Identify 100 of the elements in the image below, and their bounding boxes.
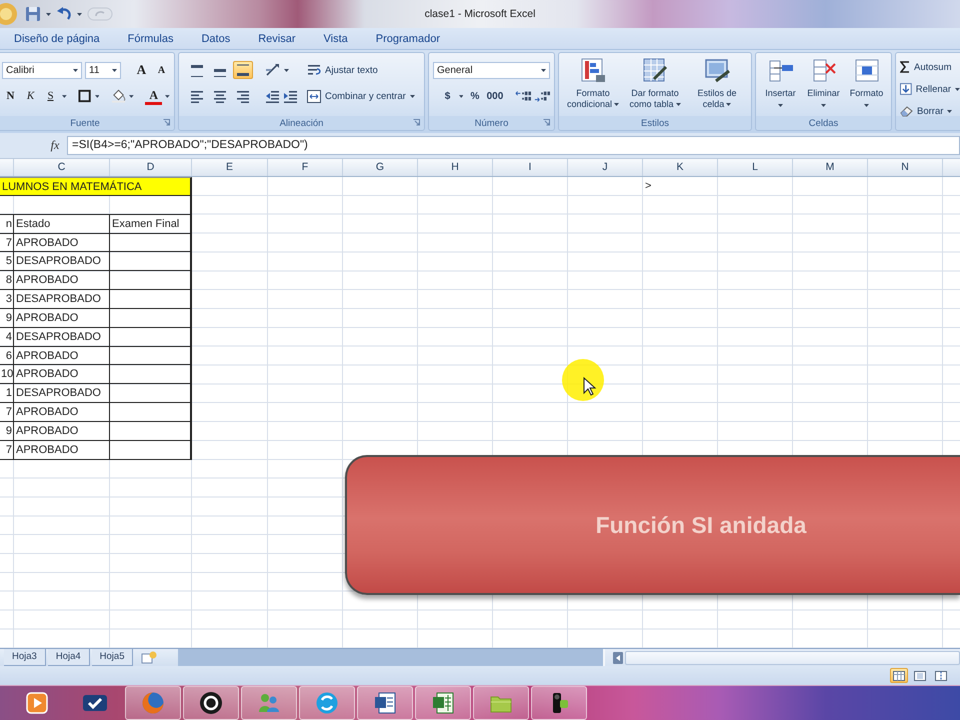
- ribbon-button[interactable]: Estilos de celda: [687, 57, 747, 116]
- table-cell: APROBADO: [14, 234, 110, 252]
- wrap-text-button[interactable]: Ajustar texto: [307, 61, 415, 79]
- taskbar-button[interactable]: [183, 686, 239, 720]
- table-cell: APROBADO: [14, 346, 110, 366]
- column-header[interactable]: I: [493, 159, 568, 176]
- column-header[interactable]: H: [418, 159, 493, 176]
- sheet-tab[interactable]: Hoja3: [4, 649, 46, 666]
- table-cell: DESAPROBADO: [14, 384, 110, 404]
- ribbon-button[interactable]: Insertar: [760, 57, 801, 116]
- ribbon-button[interactable]: Rellenar: [900, 80, 960, 98]
- group-label: Fuente: [70, 118, 100, 128]
- scrollbar-thumb[interactable]: [625, 650, 960, 664]
- sheet-tab[interactable]: Hoja5: [92, 649, 134, 666]
- thousands-button[interactable]: 000: [486, 87, 504, 105]
- align-button[interactable]: [233, 61, 253, 79]
- ribbon-tab[interactable]: Diseño de página: [0, 30, 114, 49]
- save-icon[interactable]: [25, 6, 41, 22]
- column-header[interactable]: E: [192, 159, 268, 176]
- column-header[interactable]: K: [643, 159, 718, 176]
- caret-icon: [73, 68, 78, 72]
- view-button[interactable]: [911, 668, 929, 683]
- font-name-field[interactable]: Calibri: [2, 62, 82, 78]
- font-color-button[interactable]: A: [145, 88, 162, 104]
- table-cell: 10: [0, 365, 14, 384]
- taskbar-button[interactable]: [357, 686, 413, 720]
- column-header[interactable]: F: [268, 159, 343, 176]
- orientation-icon[interactable]: [265, 63, 281, 77]
- ribbon-button[interactable]: Formato condicional: [563, 57, 623, 116]
- grow-font-button[interactable]: A: [133, 61, 150, 79]
- decrease-decimal-icon[interactable]: [534, 90, 550, 102]
- column-header[interactable]: D: [110, 159, 192, 176]
- dialog-launcher-icon[interactable]: [413, 119, 420, 126]
- align-center-icon[interactable]: [213, 90, 227, 102]
- caret-icon: [77, 12, 82, 16]
- view-button[interactable]: [932, 668, 950, 683]
- text-style-button[interactable]: N: [2, 87, 19, 105]
- ring-icon: [199, 691, 223, 715]
- caret-icon: [726, 103, 732, 106]
- ribbon-button[interactable]: Formato: [846, 57, 887, 116]
- ribbon-tab[interactable]: Revisar: [244, 30, 310, 49]
- increase-indent-icon[interactable]: [283, 90, 298, 102]
- fill-bucket-icon[interactable]: [110, 89, 126, 103]
- scroll-left-icon[interactable]: [613, 652, 623, 664]
- align-right-icon[interactable]: [236, 90, 250, 102]
- column-header[interactable]: L: [718, 159, 793, 176]
- dialog-launcher-icon[interactable]: [543, 119, 550, 126]
- ribbon-tab[interactable]: Fórmulas: [114, 30, 188, 49]
- text-style-button[interactable]: S: [42, 87, 59, 105]
- ribbon-button[interactable]: Eliminar: [803, 57, 844, 116]
- currency-button[interactable]: $: [439, 87, 456, 105]
- caret-icon: [94, 94, 100, 98]
- dialog-launcher-icon[interactable]: [163, 119, 170, 126]
- table-cell: APROBADO: [14, 403, 110, 422]
- table-cell: 8: [0, 271, 14, 290]
- table-cell-text: >: [644, 179, 652, 194]
- table-header-cell: Examen Final: [110, 214, 192, 234]
- eraser-icon: [900, 105, 913, 117]
- number-format-field[interactable]: General: [433, 62, 550, 78]
- view-button[interactable]: [890, 668, 908, 683]
- ribbon-button[interactable]: Borrar: [900, 102, 960, 120]
- text-style-button[interactable]: K: [22, 87, 39, 105]
- globe-icon: [141, 691, 165, 715]
- horizontal-scrollbar[interactable]: [603, 649, 960, 666]
- column-header[interactable]: G: [343, 159, 418, 176]
- sum-icon: [900, 61, 910, 73]
- table-cell: APROBADO: [14, 422, 110, 441]
- sheet-tab[interactable]: Hoja4: [48, 649, 90, 666]
- undo-icon[interactable]: [56, 7, 72, 21]
- percent-button[interactable]: %: [466, 87, 484, 105]
- column-header[interactable]: C: [13, 159, 110, 176]
- formula-field[interactable]: =SI(B4>=6;"APROBADO";"DESAPROBADO"): [67, 136, 960, 155]
- cursor-highlight-icon: [561, 358, 605, 402]
- column-header[interactable]: N: [868, 159, 943, 176]
- merge-center-button[interactable]: Combinar y centrar: [307, 87, 415, 105]
- taskbar-button[interactable]: [531, 686, 587, 720]
- ribbon-tab[interactable]: Datos: [187, 30, 244, 49]
- grid-box-icon: [854, 57, 880, 83]
- ribbon-button[interactable]: Dar formato como tabla: [625, 57, 685, 116]
- caret-icon: [46, 12, 51, 16]
- grid-x-icon: [810, 57, 836, 83]
- function-button[interactable]: fx: [45, 138, 65, 153]
- ribbon-button[interactable]: Autosum: [900, 58, 960, 76]
- column-header[interactable]: M: [793, 159, 868, 176]
- insert-sheet-icon[interactable]: [141, 651, 158, 664]
- shrink-font-button[interactable]: A: [153, 61, 170, 79]
- table-cell: 7: [0, 440, 14, 460]
- table-cell: DESAPROBADO: [14, 252, 110, 272]
- increase-decimal-icon[interactable]: [514, 90, 531, 102]
- table-cell: 9: [0, 422, 14, 441]
- ribbon-tab[interactable]: Programador: [362, 30, 454, 49]
- ribbon-tab[interactable]: Vista: [310, 30, 362, 49]
- border-icon[interactable]: [78, 89, 92, 103]
- play-icon: [25, 691, 49, 715]
- column-header[interactable]: J: [568, 159, 643, 176]
- normal-view-icon: [893, 670, 905, 680]
- caret-icon: [459, 94, 464, 98]
- align-left-icon[interactable]: [190, 90, 204, 102]
- decrease-indent-icon[interactable]: [265, 90, 280, 102]
- font-size-field[interactable]: 11: [85, 62, 121, 78]
